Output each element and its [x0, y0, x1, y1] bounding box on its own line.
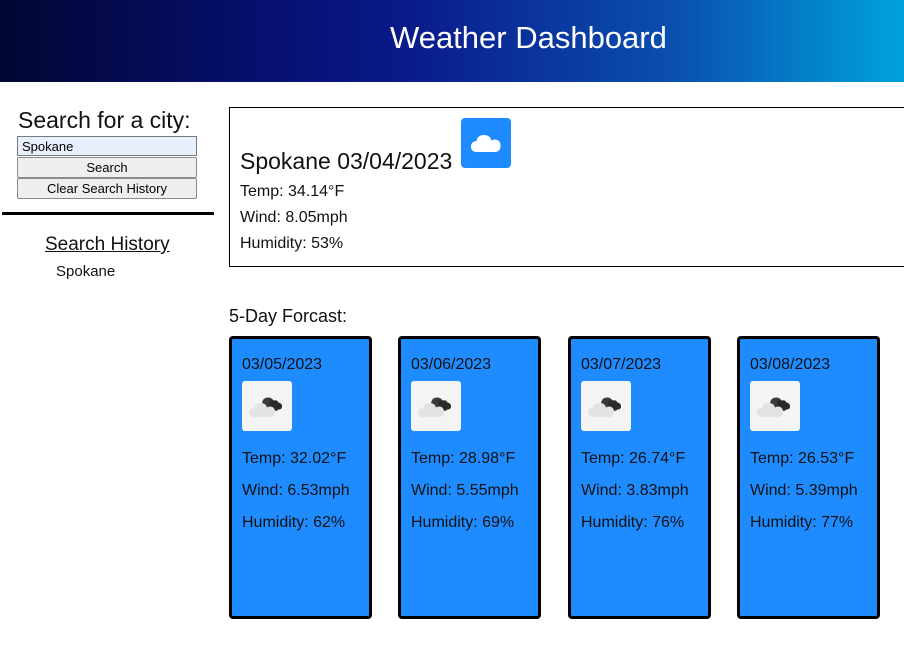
- forecast-wind: Wind: 5.55mph: [411, 482, 519, 499]
- forecast-temp: Temp: 28.98°F: [411, 450, 516, 467]
- forecast-card: 03/07/2023 Temp: 26.74°F Wind: 3.83mph H…: [568, 336, 711, 619]
- forecast-card: 03/06/2023 Temp: 28.98°F Wind: 5.55mph H…: [398, 336, 541, 619]
- overcast-cloud-icon: [242, 381, 292, 431]
- forecast-date: 03/08/2023: [750, 356, 831, 373]
- forecast-humidity: Humidity: 62%: [242, 514, 346, 531]
- current-temp: Temp: 34.14°F: [240, 183, 345, 200]
- search-button[interactable]: Search: [17, 157, 197, 178]
- overcast-cloud-icon: [750, 381, 800, 431]
- sidebar-divider: [2, 212, 214, 215]
- page-title: Weather Dashboard: [390, 20, 667, 55]
- search-label: Search for a city:: [18, 107, 191, 133]
- clear-history-button[interactable]: Clear Search History: [17, 178, 197, 199]
- forecast-temp: Temp: 26.53°F: [750, 450, 855, 467]
- search-history-list: Spokane: [56, 262, 115, 281]
- forecast-wind: Wind: 6.53mph: [242, 482, 350, 499]
- overcast-cloud-icon: [581, 381, 631, 431]
- forecast-date: 03/05/2023: [242, 356, 323, 373]
- forecast-wind: Wind: 3.83mph: [581, 482, 689, 499]
- cloud-icon: [461, 118, 511, 168]
- forecast-humidity: Humidity: 76%: [581, 514, 685, 531]
- forecast-title: 5-Day Forcast:: [229, 306, 348, 326]
- history-item[interactable]: Spokane: [56, 262, 115, 281]
- page-header: Weather Dashboard: [0, 0, 904, 82]
- forecast-temp: Temp: 32.02°F: [242, 450, 347, 467]
- current-wind: Wind: 8.05mph: [240, 209, 348, 226]
- forecast-humidity: Humidity: 77%: [750, 514, 854, 531]
- forecast-wind: Wind: 5.39mph: [750, 482, 858, 499]
- current-humidity: Humidity: 53%: [240, 235, 344, 252]
- forecast-date: 03/07/2023: [581, 356, 662, 373]
- city-search-input[interactable]: [17, 136, 197, 156]
- forecast-card: 03/08/2023 Temp: 26.53°F Wind: 5.39mph H…: [737, 336, 880, 619]
- forecast-humidity: Humidity: 69%: [411, 514, 515, 531]
- current-city-date: Spokane 03/04/2023: [240, 148, 453, 174]
- forecast-card: 03/05/2023 Temp: 32.02°F Wind: 6.53mph H…: [229, 336, 372, 619]
- forecast-date: 03/06/2023: [411, 356, 492, 373]
- search-history-title: Search History: [45, 234, 170, 255]
- forecast-temp: Temp: 26.74°F: [581, 450, 686, 467]
- current-weather-panel: Spokane 03/04/2023 Temp: 34.14°F Wind: 8…: [229, 107, 904, 267]
- overcast-cloud-icon: [411, 381, 461, 431]
